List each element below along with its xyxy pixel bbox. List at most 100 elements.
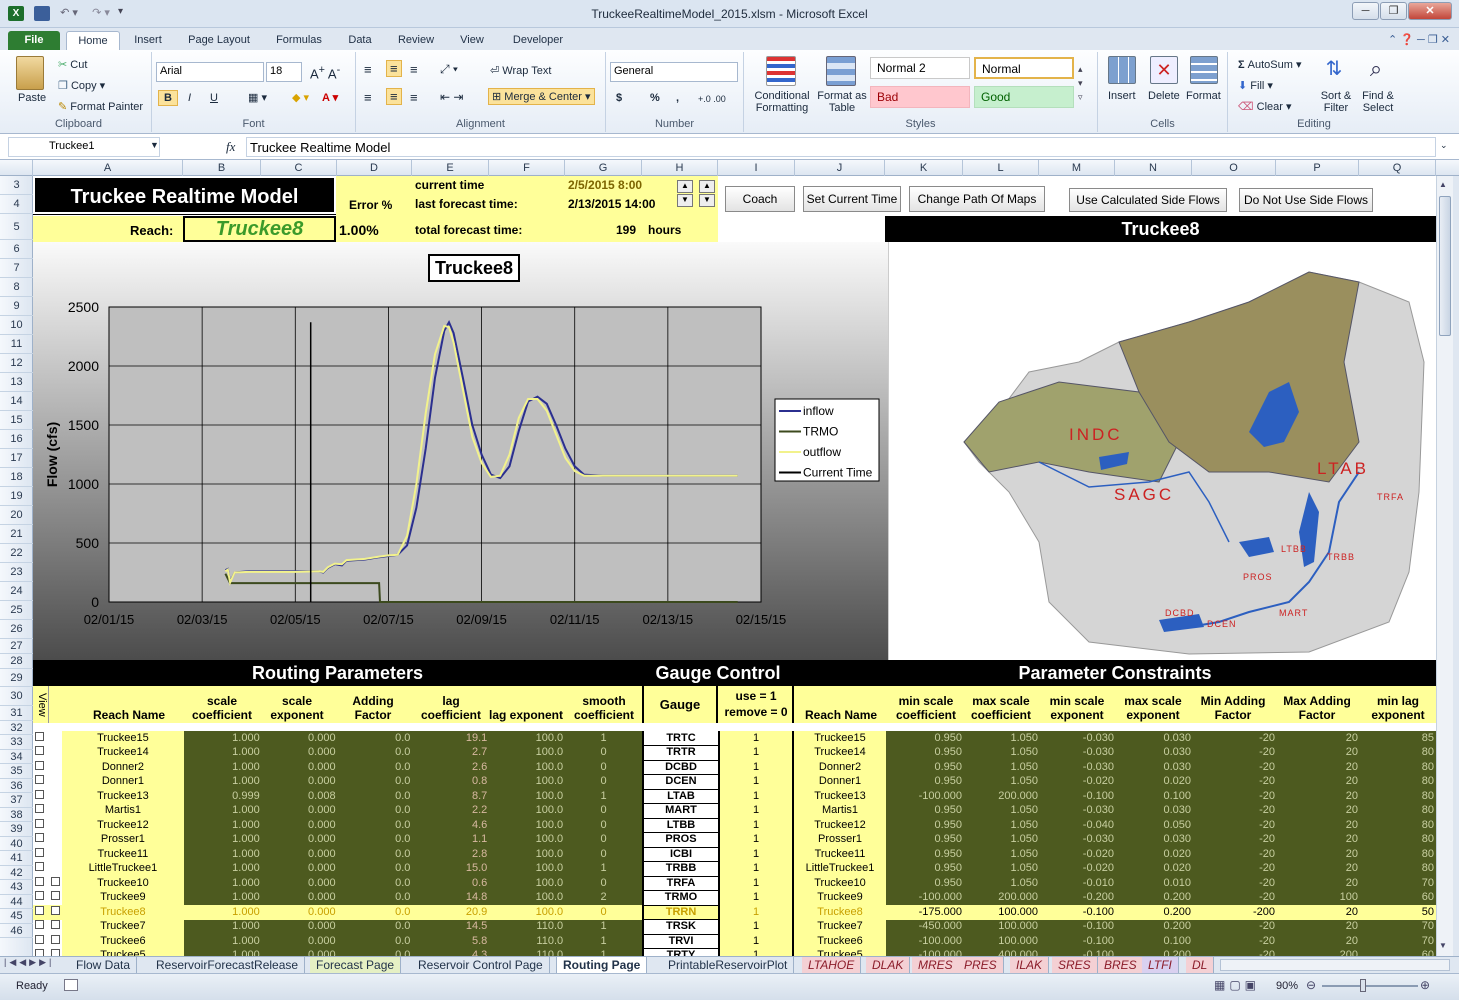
param-se[interactable]: 0.000: [261, 774, 338, 789]
constraint-maxsc[interactable]: 1.050: [964, 774, 1040, 789]
row-header[interactable]: 34: [0, 750, 33, 764]
checkbox-icon[interactable]: [35, 876, 44, 886]
constraint-minse[interactable]: -0.100: [1040, 905, 1116, 920]
constraint-minsc[interactable]: 0.950: [886, 832, 964, 847]
change-path-maps-button[interactable]: Change Path Of Maps: [909, 186, 1045, 212]
row-header[interactable]: 35: [0, 764, 33, 779]
autosum-button[interactable]: Σ AutoSum ▾: [1238, 58, 1302, 71]
param-lc[interactable]: 2.7: [412, 745, 490, 760]
col-header[interactable]: N: [1115, 160, 1192, 176]
sheet-tab[interactable]: PRES: [958, 957, 1004, 973]
param-af[interactable]: 0.0: [337, 745, 413, 760]
name-box[interactable]: Truckee1: [8, 137, 160, 157]
row-header[interactable]: 44: [0, 895, 33, 909]
param-le[interactable]: 100.0: [489, 745, 566, 760]
scroll-down-icon[interactable]: ▼: [1439, 941, 1447, 950]
param-af[interactable]: 0.0: [337, 905, 413, 920]
style-bad[interactable]: Bad: [870, 86, 970, 108]
col-header[interactable]: B: [183, 160, 261, 176]
checkbox-icon[interactable]: [50, 949, 60, 956]
constraint-maxsc[interactable]: 1.050: [964, 818, 1040, 833]
param-smc[interactable]: 0: [565, 905, 642, 920]
tab-review[interactable]: Review: [390, 31, 442, 50]
sheet-tab[interactable]: ReservoirForecastRelease: [150, 957, 306, 973]
param-lc[interactable]: 2.2: [412, 803, 490, 818]
view-checkbox-2[interactable]: [48, 948, 62, 956]
checkbox-icon[interactable]: [35, 804, 44, 814]
borders-icon[interactable]: ▦ ▾: [248, 91, 267, 104]
param-smc[interactable]: 1: [565, 948, 642, 956]
insert-button[interactable]: Insert: [1108, 90, 1136, 102]
coach-button[interactable]: Coach: [725, 186, 795, 212]
row-header[interactable]: 43: [0, 880, 33, 895]
italic-button[interactable]: I: [184, 91, 195, 105]
constraint-minse[interactable]: -0.030: [1040, 832, 1116, 847]
conditional-formatting-button[interactable]: Conditional Formatting: [750, 90, 814, 114]
row-header[interactable]: 37: [0, 793, 33, 808]
constraint-minlag[interactable]: 70: [1360, 919, 1436, 934]
decimal-icon[interactable]: +.0 .00: [698, 94, 726, 104]
select-all[interactable]: [0, 160, 33, 176]
sheet-tab[interactable]: MRES: [912, 957, 960, 973]
param-smc[interactable]: 0: [565, 760, 642, 775]
formula-input[interactable]: Truckee Realtime Model: [246, 137, 1436, 157]
param-se[interactable]: 0.000: [261, 745, 338, 760]
checkbox-icon[interactable]: [50, 920, 60, 930]
col-header[interactable]: C: [261, 160, 337, 176]
param-lc[interactable]: 4.3: [412, 948, 490, 956]
constraint-maxsc[interactable]: 200.000: [964, 890, 1040, 905]
param-le[interactable]: 110.0: [489, 948, 566, 956]
param-se[interactable]: 0.008: [261, 789, 338, 804]
zoom-slider-thumb[interactable]: [1360, 979, 1366, 992]
param-smc[interactable]: 0: [565, 847, 642, 862]
param-af[interactable]: 0.0: [337, 934, 413, 949]
conditional-formatting-icon[interactable]: [766, 56, 796, 86]
param-smc[interactable]: 1: [565, 934, 642, 949]
view-checkbox-2[interactable]: [48, 905, 62, 920]
constraint-maxse[interactable]: 0.030: [1116, 803, 1193, 818]
param-lc[interactable]: 5.8: [412, 934, 490, 949]
constraint-minsc[interactable]: 0.950: [886, 876, 964, 891]
param-lc[interactable]: 14.5: [412, 919, 490, 934]
sort-filter-button[interactable]: Sort & Filter: [1316, 90, 1356, 114]
row-header[interactable]: 19: [0, 487, 33, 506]
constraint-minse[interactable]: -0.030: [1040, 760, 1116, 775]
gauge-use[interactable]: 1: [719, 905, 793, 920]
error-value[interactable]: 1.00%: [339, 222, 379, 238]
param-sc[interactable]: 1.000: [183, 876, 262, 891]
view-checkbox[interactable]: [33, 774, 49, 789]
constraint-minsc[interactable]: 0.950: [886, 774, 964, 789]
param-af[interactable]: 0.0: [337, 731, 413, 746]
param-sc[interactable]: 1.000: [183, 818, 262, 833]
param-sc[interactable]: 1.000: [183, 774, 262, 789]
param-lc[interactable]: 19.1: [412, 731, 490, 746]
constraint-minlag[interactable]: 85: [1360, 731, 1436, 746]
delete-button[interactable]: Delete: [1148, 90, 1180, 102]
col-header[interactable]: F: [489, 160, 565, 176]
gauge-use[interactable]: 1: [719, 774, 793, 789]
align-top-icon[interactable]: ≡: [364, 62, 372, 77]
constraint-minse[interactable]: -0.010: [1040, 876, 1116, 891]
bold-button[interactable]: B: [158, 90, 178, 106]
col-header[interactable]: I: [718, 160, 795, 176]
param-le[interactable]: 100.0: [489, 890, 566, 905]
tab-page-layout[interactable]: Page Layout: [180, 31, 258, 50]
scroll-thumb[interactable]: [1439, 196, 1451, 336]
constraint-maxaf[interactable]: 20: [1277, 861, 1360, 876]
tab-view[interactable]: View: [452, 31, 492, 50]
view-mode-icons[interactable]: ▦▢▣: [1214, 978, 1260, 992]
constraint-minlag[interactable]: 80: [1360, 774, 1436, 789]
gauge-use[interactable]: 1: [719, 789, 793, 804]
constraint-maxsc[interactable]: 100.000: [964, 905, 1040, 920]
param-se[interactable]: 0.000: [261, 847, 338, 862]
constraint-minse[interactable]: -0.020: [1040, 847, 1116, 862]
view-checkbox[interactable]: [33, 803, 49, 818]
param-af[interactable]: 0.0: [337, 861, 413, 876]
constraint-minse[interactable]: -0.100: [1040, 789, 1116, 804]
constraint-maxaf[interactable]: 20: [1277, 803, 1360, 818]
gauge-use[interactable]: 1: [719, 731, 793, 746]
row-header[interactable]: 16: [0, 430, 33, 449]
constraint-maxse[interactable]: 0.010: [1116, 876, 1193, 891]
param-sc[interactable]: 1.000: [183, 890, 262, 905]
constraint-maxse[interactable]: 0.020: [1116, 847, 1193, 862]
